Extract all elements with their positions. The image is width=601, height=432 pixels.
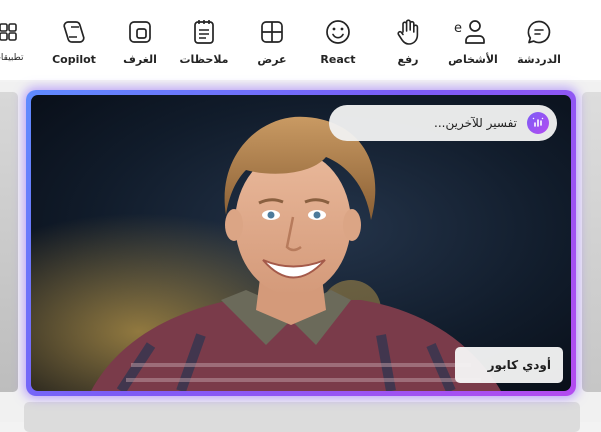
notes-button[interactable]: ملاحظات (178, 0, 230, 80)
react-emoji-icon (323, 17, 353, 47)
raise-hand-button[interactable]: رفع (388, 0, 428, 80)
people-count-badge: e (454, 21, 462, 36)
interpret-caption-pill[interactable]: تفسير للآخرين... (329, 105, 557, 141)
chat-label: الدردشة (517, 53, 561, 66)
interpret-icon (527, 112, 549, 134)
participant-name: أودي كابور (487, 358, 551, 372)
participant-name-tag: أودي كابور (455, 347, 563, 383)
view-button[interactable]: عرض (250, 0, 294, 80)
notes-label: ملاحظات (179, 53, 229, 66)
raise-hand-icon (393, 17, 423, 47)
bottom-participant-tile[interactable] (24, 402, 580, 432)
left-participant-tile[interactable] (0, 92, 18, 392)
people-icon: e (454, 17, 488, 47)
rooms-label: الغرف (123, 53, 157, 66)
apps-icon (0, 17, 23, 47)
rooms-icon (125, 17, 155, 47)
view-grid-icon (257, 17, 287, 47)
raise-label: رفع (397, 53, 419, 66)
chat-button[interactable]: الدردشة (514, 0, 564, 80)
copilot-button[interactable]: Copilot (51, 0, 97, 80)
notes-icon (189, 17, 219, 47)
meeting-toolbar: تطبيقات Copilot الغرف ملاحظات عرض React (0, 0, 601, 80)
people-button[interactable]: e الأشخاص (445, 0, 501, 80)
chat-icon (524, 17, 554, 47)
copilot-label: Copilot (52, 53, 96, 66)
apps-label: تطبيقات (0, 53, 24, 63)
apps-button[interactable]: تطبيقات (0, 0, 30, 80)
view-label: عرض (257, 53, 287, 66)
react-label: React (320, 53, 356, 66)
right-participant-tile[interactable] (582, 92, 601, 392)
rooms-button[interactable]: الغرف (116, 0, 164, 80)
caption-text: تفسير للآخرين... (434, 116, 517, 130)
copilot-icon (59, 17, 89, 47)
react-button[interactable]: React (316, 0, 360, 80)
participant-video[interactable]: تفسير للآخرين... أودي كابور (31, 95, 571, 391)
people-label: الأشخاص (448, 53, 498, 66)
